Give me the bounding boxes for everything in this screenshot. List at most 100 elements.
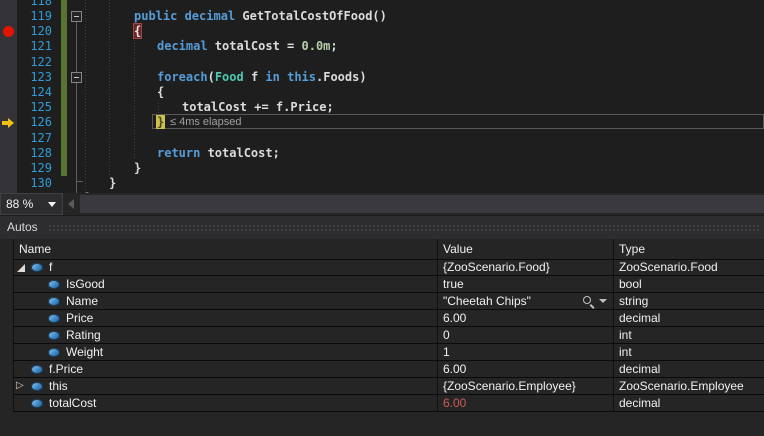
autos-row-Weight[interactable]: Weight1int: [13, 344, 764, 361]
minus-glyph: [74, 77, 79, 78]
code-token: ;: [330, 39, 337, 53]
code-token: totalCost += f.Price;: [182, 100, 334, 114]
variable-icon: [48, 314, 60, 323]
code-token: {: [157, 85, 164, 99]
cell-name: this: [49, 378, 68, 394]
cell-value[interactable]: true: [443, 276, 464, 292]
code-line-131[interactable]: }: [85, 191, 92, 193]
indent-guide: [109, 0, 110, 177]
cell-name: Name: [66, 293, 98, 309]
cell-type: string: [619, 293, 648, 309]
indent-guide: [134, 40, 135, 160]
collapse-region-icon[interactable]: [71, 72, 82, 83]
line-number: 123: [18, 70, 52, 85]
code-editor[interactable]: 118119public decimal GetTotalCostOfFood(…: [0, 0, 764, 193]
autos-row-Price[interactable]: Price6.00decimal: [13, 310, 764, 327]
current-line-box: [152, 114, 764, 129]
column-header-type[interactable]: Type: [619, 239, 645, 259]
code-line-119[interactable]: public decimal GetTotalCostOfFood(): [134, 9, 387, 24]
cell-type: decimal: [619, 361, 660, 377]
column-header-name[interactable]: Name: [19, 239, 51, 259]
code-token: this: [287, 70, 316, 84]
cell-value[interactable]: {ZooScenario.Food}: [443, 259, 550, 275]
code-line-121[interactable]: decimal totalCost = 0.0m;: [157, 39, 338, 54]
code-line-129[interactable]: }: [134, 161, 141, 176]
text-visualizer-magnifier-icon[interactable]: [583, 296, 591, 304]
autos-window-titlebar[interactable]: Autos: [0, 215, 764, 239]
scroll-left-arrow-icon[interactable]: [68, 199, 74, 209]
line-number: 124: [18, 85, 52, 100]
code-line-126[interactable]: }: [156, 115, 165, 130]
code-line-123[interactable]: foreach(Food f in this.Foods): [157, 70, 367, 85]
cell-value[interactable]: 0: [443, 327, 450, 343]
code-token: Food: [215, 70, 244, 84]
code-token: 0.0m: [302, 39, 331, 53]
cell-value[interactable]: "Cheetah Chips": [443, 293, 531, 309]
indent-guide: [85, 0, 86, 193]
cell-name: f: [49, 259, 52, 275]
cell-name: Rating: [66, 327, 101, 343]
code-token: in: [265, 70, 279, 84]
autos-row-f[interactable]: f {ZooScenario.Food} ZooScenario.Food: [13, 259, 764, 276]
collapse-region-icon[interactable]: [71, 11, 82, 22]
cell-type: ZooScenario.Food: [619, 259, 718, 275]
line-number: 129: [18, 161, 52, 176]
cell-value[interactable]: 6.00: [443, 361, 466, 377]
variable-icon: [48, 348, 60, 357]
code-token: }: [85, 191, 92, 193]
variable-icon: [48, 280, 60, 289]
visualizer-dropdown-icon[interactable]: [599, 299, 607, 303]
code-token: .Foods): [316, 70, 367, 84]
code-line-125[interactable]: totalCost += f.Price;: [182, 100, 334, 115]
code-token: decimal: [157, 39, 215, 53]
code-line-124[interactable]: {: [157, 85, 164, 100]
arrow-head: [8, 118, 14, 128]
code-token: GetTotalCostOfFood(): [242, 9, 387, 23]
line-number: 122: [18, 55, 52, 70]
cell-type: int: [619, 327, 632, 343]
cell-name: f.Price: [49, 361, 83, 377]
zoom-level-dropdown[interactable]: 88 %: [0, 193, 63, 215]
autos-row-totalCost[interactable]: totalCost6.00decimal: [13, 395, 764, 412]
variable-icon: [48, 331, 60, 340]
cell-value[interactable]: 1: [443, 344, 450, 360]
variable-icon: [31, 365, 43, 374]
outline-margin-tick: [76, 181, 83, 182]
code-line-128[interactable]: return totalCost;: [157, 146, 280, 161]
variable-icon: [31, 263, 43, 272]
line-number: 128: [18, 146, 52, 161]
titlebar-drag-grip[interactable]: [48, 224, 760, 231]
autos-row-this[interactable]: ▷this{ZooScenario.Employee}ZooScenario.E…: [13, 378, 764, 395]
autos-row-Name[interactable]: Name "Cheetah Chips" string: [13, 293, 764, 310]
autos-variables-grid: Name Value Type f {ZooScenario.Food} ZooSc…: [0, 239, 764, 436]
autos-row-IsGood[interactable]: IsGoodtruebool: [13, 276, 764, 293]
code-token: f: [244, 70, 266, 84]
change-tracking-bar: [61, 0, 67, 176]
expander-expanded-icon[interactable]: [17, 264, 25, 272]
autos-window-title: Autos: [7, 220, 38, 234]
horizontal-scrollbar-thumb[interactable]: [80, 195, 764, 213]
line-number: 125: [18, 100, 52, 115]
code-token: totalCost;: [200, 146, 279, 160]
chevron-down-icon: [48, 202, 56, 207]
code-token: (: [208, 70, 215, 84]
cell-value[interactable]: 6.00: [443, 310, 466, 326]
visual-studio-debug-window: 118119public decimal GetTotalCostOfFood(…: [0, 0, 764, 436]
minus-glyph: [74, 16, 79, 17]
cell-value[interactable]: 6.00: [443, 395, 466, 411]
variable-icon: [31, 382, 43, 391]
column-header-value[interactable]: Value: [443, 239, 473, 259]
code-token: return: [157, 146, 200, 160]
code-line-130[interactable]: }: [109, 176, 116, 191]
autos-row-f-Price[interactable]: f.Price 6.00 decimal: [13, 361, 764, 378]
perf-tip-elapsed-time: ≤ 4ms elapsed: [170, 115, 241, 130]
expander-collapsed-icon[interactable]: ▷: [16, 379, 24, 393]
code-token: [280, 70, 287, 84]
variable-icon: [31, 399, 43, 408]
code-line-120[interactable]: {: [134, 24, 141, 39]
cell-name: Price: [66, 310, 93, 326]
autos-row-Rating[interactable]: Rating 0 int: [13, 327, 764, 344]
magnifier-handle: [590, 304, 595, 309]
cell-value[interactable]: {ZooScenario.Employee}: [443, 378, 576, 394]
code-token: }: [134, 161, 141, 175]
